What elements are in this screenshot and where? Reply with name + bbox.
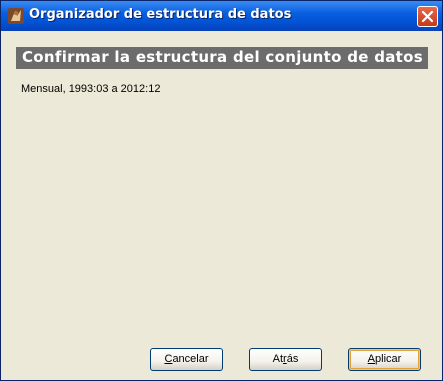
- back-button[interactable]: Atrás: [249, 348, 322, 371]
- back-label-start: At: [272, 353, 284, 365]
- close-icon: [421, 10, 434, 23]
- dialog-window: Organizador de estructura de datos Confi…: [0, 0, 443, 381]
- gretl-app-icon: [7, 7, 25, 25]
- heading-banner: Confirmar la estructura del conjunto de …: [16, 47, 428, 69]
- page-title: Confirmar la estructura del conjunto de …: [22, 48, 423, 66]
- dialog-content: Confirmar la estructura del conjunto de …: [5, 31, 438, 378]
- window-title: Organizador de estructura de datos: [29, 7, 292, 22]
- title-bar[interactable]: Organizador de estructura de datos: [1, 1, 442, 31]
- close-button[interactable]: [417, 6, 438, 27]
- cancel-button[interactable]: Cancelar: [150, 348, 223, 371]
- dataset-structure-summary: Mensual, 1993:03 a 2012:12: [21, 83, 161, 95]
- apply-mnemonic: A: [367, 353, 376, 365]
- apply-button[interactable]: Aplicar: [348, 348, 421, 371]
- back-label-end: ás: [286, 353, 299, 365]
- cancel-label: ancelar: [172, 353, 209, 365]
- apply-label: plicar: [375, 353, 402, 365]
